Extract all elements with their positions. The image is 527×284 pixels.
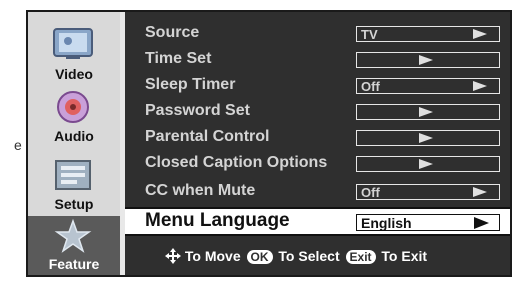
sidebar-item-label: Audio bbox=[54, 128, 94, 144]
sidebar-item-video[interactable]: Video bbox=[28, 12, 120, 84]
time-set-field[interactable] bbox=[356, 52, 500, 68]
help-exit-text: To Exit bbox=[381, 248, 428, 264]
stray-mark: e bbox=[14, 137, 22, 153]
move-arrows-icon bbox=[165, 248, 181, 264]
right-arrow-icon bbox=[473, 187, 487, 197]
menu-language-value: English bbox=[361, 215, 412, 231]
menu-row-label: Sleep Timer bbox=[145, 76, 236, 93]
menu-row-menu-language[interactable]: Menu Language English bbox=[125, 207, 510, 236]
cc-when-mute-field[interactable]: Off bbox=[356, 184, 500, 200]
menu-row-label: Menu Language bbox=[145, 210, 290, 231]
menu-row-parental-control[interactable]: Parental Control bbox=[125, 126, 510, 150]
sidebar-item-label: Setup bbox=[54, 196, 94, 212]
sidebar: Video Audio Setup Feature bbox=[28, 12, 120, 275]
tv-osd-menu: Video Audio Setup Feature Source TV Time… bbox=[26, 10, 512, 277]
menu-row-label: Time Set bbox=[145, 50, 212, 67]
menu-panel: Source TV Time Set Sleep Timer Off Passw… bbox=[125, 12, 510, 275]
menu-row-time-set[interactable]: Time Set bbox=[125, 48, 510, 72]
right-arrow-icon bbox=[473, 29, 487, 39]
closed-caption-options-field[interactable] bbox=[356, 156, 500, 172]
source-value: TV bbox=[361, 27, 378, 42]
sidebar-item-audio[interactable]: Audio bbox=[28, 84, 120, 150]
exit-key-badge: Exit bbox=[345, 250, 376, 264]
video-icon bbox=[53, 28, 93, 59]
right-arrow-icon bbox=[474, 217, 489, 229]
sidebar-item-feature[interactable]: Feature bbox=[28, 216, 120, 275]
menu-row-password-set[interactable]: Password Set bbox=[125, 100, 510, 124]
right-arrow-icon bbox=[419, 107, 433, 117]
password-set-field[interactable] bbox=[356, 104, 500, 120]
menu-row-source[interactable]: Source TV bbox=[125, 22, 510, 46]
sidebar-item-label: Video bbox=[55, 66, 93, 82]
audio-icon bbox=[57, 91, 89, 123]
right-arrow-icon bbox=[419, 159, 433, 169]
menu-row-label: Password Set bbox=[145, 102, 250, 119]
right-arrow-icon bbox=[419, 55, 433, 65]
menu-row-cc-when-mute[interactable]: CC when Mute Off bbox=[125, 180, 510, 204]
feature-icon bbox=[54, 218, 92, 253]
menu-row-label: Parental Control bbox=[145, 128, 270, 145]
help-select-text: To Select bbox=[278, 248, 340, 264]
menu-row-closed-caption-options[interactable]: Closed Caption Options bbox=[125, 152, 510, 176]
menu-language-field[interactable]: English bbox=[356, 214, 500, 231]
sidebar-item-label: Feature bbox=[48, 256, 100, 272]
source-field[interactable]: TV bbox=[356, 26, 500, 42]
ok-key-badge: OK bbox=[246, 250, 273, 264]
parental-control-field[interactable] bbox=[356, 130, 500, 146]
right-arrow-icon bbox=[473, 81, 487, 91]
menu-row-label: CC when Mute bbox=[145, 182, 256, 199]
help-text: To Move OK To Select Exit To Exit bbox=[165, 248, 427, 264]
setup-icon bbox=[55, 160, 91, 190]
menu-row-sleep-timer[interactable]: Sleep Timer Off bbox=[125, 74, 510, 98]
menu-row-label: Closed Caption Options bbox=[145, 154, 328, 171]
menu-row-label: Source bbox=[145, 24, 200, 41]
help-move-text: To Move bbox=[184, 248, 241, 264]
help-bar: To Move OK To Select Exit To Exit bbox=[125, 236, 510, 275]
sidebar-item-setup[interactable]: Setup bbox=[28, 150, 120, 216]
right-arrow-icon bbox=[419, 133, 433, 143]
sleep-timer-value: Off bbox=[361, 79, 380, 94]
cc-when-mute-value: Off bbox=[361, 185, 380, 200]
sleep-timer-field[interactable]: Off bbox=[356, 78, 500, 94]
